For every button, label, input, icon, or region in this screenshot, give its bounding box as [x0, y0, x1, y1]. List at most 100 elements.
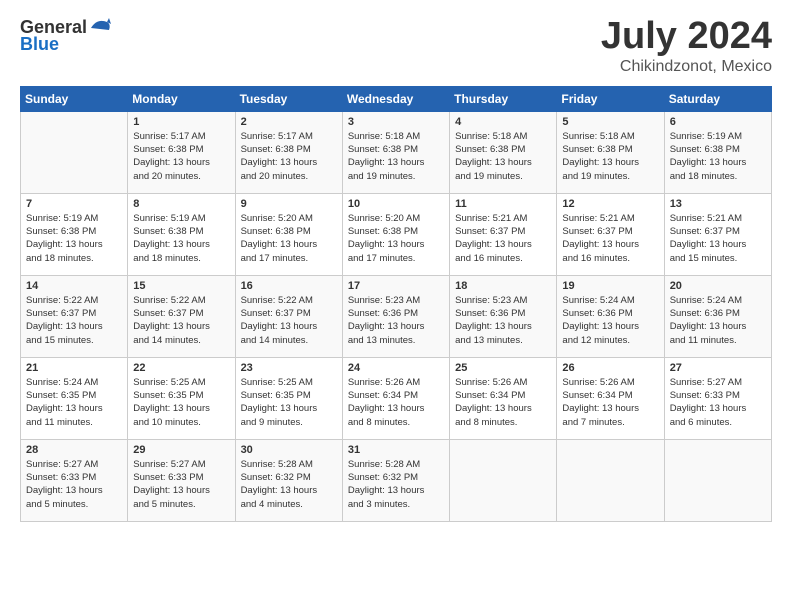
- week-row-5: 28 Sunrise: 5:27 AMSunset: 6:33 PMDayligh…: [21, 439, 772, 521]
- day-info: Sunrise: 5:20 AMSunset: 6:38 PMDaylight:…: [241, 212, 337, 265]
- day-info: Sunrise: 5:18 AMSunset: 6:38 PMDaylight:…: [455, 130, 551, 183]
- calendar-table: SundayMondayTuesdayWednesdayThursdayFrid…: [20, 86, 772, 522]
- day-number: 24: [348, 362, 444, 374]
- table-row: [557, 439, 664, 521]
- table-row: 6Sunrise: 5:19 AMSunset: 6:38 PMDaylight…: [664, 111, 771, 193]
- table-row: 17 Sunrise: 5:23 AMSunset: 6:36 PMDayligh…: [342, 275, 449, 357]
- day-info: Sunrise: 5:17 AMSunset: 6:38 PMDaylight:…: [241, 130, 337, 183]
- table-row: 8 Sunrise: 5:19 AMSunset: 6:38 PMDaylight…: [128, 193, 235, 275]
- day-number: 17: [348, 280, 444, 292]
- day-info: Sunrise: 5:26 AMSunset: 6:34 PMDaylight:…: [562, 376, 658, 429]
- day-info: Sunrise: 5:22 AMSunset: 6:37 PMDaylight:…: [26, 294, 122, 347]
- day-number: 4: [455, 116, 551, 128]
- day-info: Sunrise: 5:22 AMSunset: 6:37 PMDaylight:…: [241, 294, 337, 347]
- day-number: 14: [26, 280, 122, 292]
- table-row: 26Sunrise: 5:26 AMSunset: 6:34 PMDayligh…: [557, 357, 664, 439]
- day-info: Sunrise: 5:19 AMSunset: 6:38 PMDaylight:…: [133, 212, 229, 265]
- week-row-2: 7 Sunrise: 5:19 AMSunset: 6:38 PMDaylight…: [21, 193, 772, 275]
- month-title: July 2024: [601, 16, 772, 58]
- day-info: Sunrise: 5:26 AMSunset: 6:34 PMDaylight:…: [348, 376, 444, 429]
- day-number: 31: [348, 444, 444, 456]
- table-row: 21 Sunrise: 5:24 AMSunset: 6:35 PMDayligh…: [21, 357, 128, 439]
- table-row: 7Sunrise: 5:19 AMSunset: 6:38 PMDaylight…: [21, 193, 128, 275]
- table-row: 25 Sunrise: 5:26 AMSunset: 6:34 PMDayligh…: [450, 357, 557, 439]
- week-row-3: 14 Sunrise: 5:22 AMSunset: 6:37 PMDayligh…: [21, 275, 772, 357]
- table-row: 16 Sunrise: 5:22 AMSunset: 6:37 PMDayligh…: [235, 275, 342, 357]
- table-row: [664, 439, 771, 521]
- weekday-header-tuesday: Tuesday: [235, 86, 342, 111]
- day-info: Sunrise: 5:28 AMSunset: 6:32 PMDaylight:…: [348, 458, 444, 511]
- table-row: [21, 111, 128, 193]
- weekday-header-thursday: Thursday: [450, 86, 557, 111]
- day-number: 29: [133, 444, 229, 456]
- day-number: 12: [562, 198, 658, 210]
- weekday-header-friday: Friday: [557, 86, 664, 111]
- weekday-header-wednesday: Wednesday: [342, 86, 449, 111]
- table-row: 14 Sunrise: 5:22 AMSunset: 6:37 PMDayligh…: [21, 275, 128, 357]
- table-row: 28 Sunrise: 5:27 AMSunset: 6:33 PMDayligh…: [21, 439, 128, 521]
- day-number: 28: [26, 444, 122, 456]
- table-row: 5Sunrise: 5:18 AMSunset: 6:38 PMDaylight…: [557, 111, 664, 193]
- day-info: Sunrise: 5:24 AMSunset: 6:35 PMDaylight:…: [26, 376, 122, 429]
- day-number: 2: [241, 116, 337, 128]
- weekday-header-sunday: Sunday: [21, 86, 128, 111]
- day-number: 7: [26, 198, 122, 210]
- logo-blue: Blue: [20, 34, 59, 55]
- day-number: 10: [348, 198, 444, 210]
- day-info: Sunrise: 5:17 AMSunset: 6:38 PMDaylight:…: [133, 130, 229, 183]
- day-number: 23: [241, 362, 337, 374]
- day-number: 9: [241, 198, 337, 210]
- day-number: 30: [241, 444, 337, 456]
- day-number: 21: [26, 362, 122, 374]
- table-row: 11 Sunrise: 5:21 AMSunset: 6:37 PMDayligh…: [450, 193, 557, 275]
- weekday-header-row: SundayMondayTuesdayWednesdayThursdayFrid…: [21, 86, 772, 111]
- title-block: July 2024 Chikindzonot, Mexico: [601, 16, 772, 76]
- day-info: Sunrise: 5:21 AMSunset: 6:37 PMDaylight:…: [455, 212, 551, 265]
- day-info: Sunrise: 5:24 AMSunset: 6:36 PMDaylight:…: [670, 294, 766, 347]
- day-info: Sunrise: 5:26 AMSunset: 6:34 PMDaylight:…: [455, 376, 551, 429]
- day-number: 3: [348, 116, 444, 128]
- day-number: 18: [455, 280, 551, 292]
- day-info: Sunrise: 5:25 AMSunset: 6:35 PMDaylight:…: [133, 376, 229, 429]
- day-number: 19: [562, 280, 658, 292]
- table-row: 31 Sunrise: 5:28 AMSunset: 6:32 PMDayligh…: [342, 439, 449, 521]
- table-row: 15Sunrise: 5:22 AMSunset: 6:37 PMDayligh…: [128, 275, 235, 357]
- day-info: Sunrise: 5:23 AMSunset: 6:36 PMDaylight:…: [348, 294, 444, 347]
- day-info: Sunrise: 5:28 AMSunset: 6:32 PMDaylight:…: [241, 458, 337, 511]
- day-number: 1: [133, 116, 229, 128]
- day-info: Sunrise: 5:24 AMSunset: 6:36 PMDaylight:…: [562, 294, 658, 347]
- day-info: Sunrise: 5:18 AMSunset: 6:38 PMDaylight:…: [562, 130, 658, 183]
- table-row: 2 Sunrise: 5:17 AMSunset: 6:38 PMDaylight…: [235, 111, 342, 193]
- day-number: 20: [670, 280, 766, 292]
- day-info: Sunrise: 5:25 AMSunset: 6:35 PMDaylight:…: [241, 376, 337, 429]
- day-number: 6: [670, 116, 766, 128]
- day-number: 22: [133, 362, 229, 374]
- table-row: 29 Sunrise: 5:27 AMSunset: 6:33 PMDayligh…: [128, 439, 235, 521]
- day-number: 25: [455, 362, 551, 374]
- logo-icon: [89, 16, 111, 38]
- table-row: [450, 439, 557, 521]
- day-number: 16: [241, 280, 337, 292]
- table-row: 23 Sunrise: 5:25 AMSunset: 6:35 PMDayligh…: [235, 357, 342, 439]
- day-number: 13: [670, 198, 766, 210]
- logo: General Blue: [20, 16, 111, 55]
- table-row: 12 Sunrise: 5:21 AMSunset: 6:37 PMDayligh…: [557, 193, 664, 275]
- week-row-1: 1 Sunrise: 5:17 AMSunset: 6:38 PMDaylight…: [21, 111, 772, 193]
- table-row: 20 Sunrise: 5:24 AMSunset: 6:36 PMDayligh…: [664, 275, 771, 357]
- day-info: Sunrise: 5:18 AMSunset: 6:38 PMDaylight:…: [348, 130, 444, 183]
- day-number: 8: [133, 198, 229, 210]
- day-number: 11: [455, 198, 551, 210]
- day-info: Sunrise: 5:21 AMSunset: 6:37 PMDaylight:…: [670, 212, 766, 265]
- table-row: 10Sunrise: 5:20 AMSunset: 6:38 PMDayligh…: [342, 193, 449, 275]
- day-info: Sunrise: 5:27 AMSunset: 6:33 PMDaylight:…: [670, 376, 766, 429]
- table-row: 30 Sunrise: 5:28 AMSunset: 6:32 PMDayligh…: [235, 439, 342, 521]
- table-row: 19 Sunrise: 5:24 AMSunset: 6:36 PMDayligh…: [557, 275, 664, 357]
- table-row: 13 Sunrise: 5:21 AMSunset: 6:37 PMDayligh…: [664, 193, 771, 275]
- day-number: 15: [133, 280, 229, 292]
- page: General Blue July 2024 Chikindzonot, Mex…: [0, 0, 792, 612]
- table-row: 24 Sunrise: 5:26 AMSunset: 6:34 PMDayligh…: [342, 357, 449, 439]
- day-info: Sunrise: 5:21 AMSunset: 6:37 PMDaylight:…: [562, 212, 658, 265]
- day-info: Sunrise: 5:27 AMSunset: 6:33 PMDaylight:…: [26, 458, 122, 511]
- table-row: 9 Sunrise: 5:20 AMSunset: 6:38 PMDaylight…: [235, 193, 342, 275]
- day-info: Sunrise: 5:27 AMSunset: 6:33 PMDaylight:…: [133, 458, 229, 511]
